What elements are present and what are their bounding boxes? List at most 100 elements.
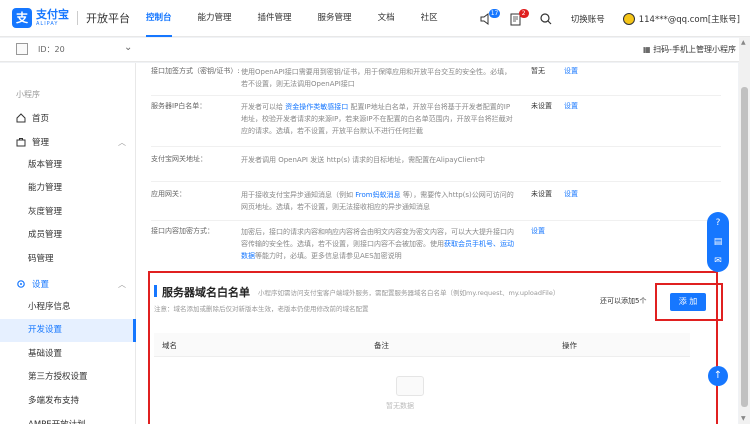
sidebar-item-ampe[interactable]: AMPE开放计划 — [0, 414, 136, 424]
app-thumbnail-icon — [16, 43, 28, 55]
sidebar-item-label: 管理 — [32, 138, 50, 148]
section-title: 服务器域名白名单 — [162, 286, 250, 299]
scan-manage-link[interactable]: ▦ 扫码-手机上管理小程序 — [643, 44, 736, 55]
nav-community[interactable]: 社区 — [421, 0, 438, 37]
config-set-link[interactable]: 设置 — [564, 101, 578, 111]
config-set-link[interactable]: 设置 — [564, 189, 578, 199]
arrow-up-icon: ↑ — [713, 370, 723, 381]
config-label: 服务器IP白名单： — [151, 102, 207, 110]
sidebar: 小程序 首页 管理 ︿ 版本管理 能力管理 灰度管理 成员管理 码管理 设置 ︿… — [0, 63, 136, 424]
back-to-top-button[interactable]: ↑ — [708, 366, 728, 386]
config-desc: 使用OpenAPI接口需要用到密钥/证书，用于保障应用和开放平台交互的安全性。必… — [241, 68, 512, 88]
config-desc: 开发者调用 OpenAPI 发送 http(s) 请求的目标地址，需配置在Ali… — [241, 156, 485, 164]
desc-text: 等能力时，必填。更多信息请参见AES加密说明 — [255, 252, 402, 260]
app-selector-bar: ID：20 ⌄ ▦ 扫码-手机上管理小程序 — [0, 38, 750, 62]
sidebar-item-version[interactable]: 版本管理 — [0, 154, 136, 177]
divider — [151, 146, 721, 147]
desc-text: 开发者可以给 — [241, 103, 283, 111]
search-icon[interactable] — [539, 12, 553, 26]
platform-title: 开放平台 — [86, 12, 130, 25]
nav-capability[interactable]: 能力管理 — [198, 0, 232, 37]
sensitive-api-link[interactable]: 资金操作类敏感接口 — [285, 103, 348, 111]
chevron-up-icon[interactable]: ︿ — [118, 279, 126, 290]
config-label: 接口加签方式（密钥/证书）: — [151, 67, 240, 75]
nav-docs[interactable]: 文档 — [378, 0, 395, 37]
column-domain: 域名 — [162, 341, 177, 350]
config-label: 接口内容加密方式： — [151, 227, 214, 235]
divider — [151, 220, 721, 221]
sidebar-item-dev-settings[interactable]: 开发设置 — [0, 319, 136, 342]
scrollbar-thumb[interactable] — [741, 87, 748, 407]
floating-toolbar: ? ▤ ✉ — [707, 212, 729, 272]
domain-whitelist-section: 服务器域名白名单 小程序如需访问支付宝客户端域外服务，需配置服务器域名白名单（例… — [148, 271, 723, 424]
config-row-ip-whitelist: 服务器IP白名单： 开发者可以给 资金操作类敏感接口 配置IP地址白名单，开放平… — [151, 101, 721, 147]
config-status: 暂无 — [531, 67, 545, 75]
section-note: 注意：域名添加或删除后仅对新版本生效，老版本仍使用修改前的域名配置 — [154, 305, 369, 313]
briefcase-icon — [16, 138, 26, 147]
divider — [151, 181, 721, 182]
sidebar-item-third-party[interactable]: 第三方授权设置 — [0, 366, 136, 389]
divider — [151, 95, 721, 96]
message-icon[interactable]: 2 — [509, 8, 529, 26]
empty-text: 暂无数据 — [386, 402, 414, 410]
config-set-link[interactable]: 设置 — [564, 66, 578, 76]
column-remark: 备注 — [374, 341, 389, 350]
config-set-link[interactable]: 设置 — [531, 226, 545, 236]
config-desc: 用于接收支付宝异步通知消息（例如 From蚂蚁消息 等），需要传入http(s)… — [241, 189, 517, 213]
top-navigation: 支 支付宝 ALIPAY 开放平台 控制台 能力管理 插件管理 服务管理 文档 … — [0, 0, 750, 37]
notice-badge: 17 — [488, 8, 501, 18]
add-domain-button[interactable]: 添 加 — [670, 293, 706, 311]
nav-console[interactable]: 控制台 — [146, 0, 172, 37]
help-icon[interactable]: ? — [712, 217, 724, 229]
column-action: 操作 — [562, 341, 577, 350]
gear-icon — [17, 280, 25, 288]
config-row-gateway: 支付宝网关地址： 开发者调用 OpenAPI 发送 http(s) 请求的目标地… — [151, 154, 721, 180]
logo-text-cn: 支付宝 — [36, 8, 69, 21]
mail-icon[interactable]: ✉ — [712, 255, 724, 267]
account-name[interactable]: 114***@qq.com[主账号] — [639, 13, 740, 25]
sidebar-item-home[interactable]: 首页 — [16, 112, 136, 124]
chevron-up-icon[interactable]: ︿ — [118, 137, 126, 148]
alipay-logo[interactable]: 支 支付宝 ALIPAY 开放平台 — [12, 8, 130, 28]
config-label: 应用网关： — [151, 190, 186, 198]
logo-divider — [77, 11, 78, 25]
table-header: 域名 备注 操作 — [154, 333, 690, 357]
speaker-icon[interactable]: 17 — [479, 8, 501, 26]
chevron-down-icon[interactable]: ⌄ — [124, 42, 132, 53]
logo-text-en: ALIPAY — [36, 21, 59, 27]
sidebar-item-gray[interactable]: 灰度管理 — [0, 201, 136, 224]
sidebar-category: 小程序 — [16, 90, 40, 99]
sidebar-item-multi-publish[interactable]: 多端发布支持 — [0, 390, 136, 413]
config-status: 未设置 — [531, 190, 552, 198]
desc-text: 用于接收支付宝异步通知消息（例如 — [241, 191, 353, 199]
scan-label: 扫码-手机上管理小程序 — [653, 45, 736, 54]
config-desc: 加密后，接口的请求内容和响应内容将会由明文内容变为密文内容，可以大大提升接口内容… — [241, 226, 517, 262]
section-hint: 小程序如需访问支付宝客户端域外服务，需配置服务器域名白名单（例如my.reque… — [258, 289, 560, 297]
config-row-app-gateway: 应用网关： 用于接收支付宝异步通知消息（例如 From蚂蚁消息 等），需要传入h… — [151, 189, 721, 219]
qr-code-icon: ▦ — [643, 45, 651, 54]
section-accent-bar — [154, 285, 157, 297]
avatar[interactable] — [622, 12, 635, 25]
remaining-count: 还可以添加5个 — [600, 297, 647, 305]
sidebar-item-capability[interactable]: 能力管理 — [0, 177, 136, 200]
scroll-down-icon[interactable]: ▼ — [741, 415, 746, 422]
scrollbar[interactable]: ▲ ▼ — [739, 37, 750, 424]
main-content: 接口加签方式（密钥/证书）: 使用OpenAPI接口需要用到密钥/证书，用于保障… — [136, 63, 738, 424]
sidebar-item-label: 设置 — [32, 280, 50, 290]
sidebar-item-members[interactable]: 成员管理 — [0, 224, 136, 247]
app-id: ID：20 — [38, 45, 65, 54]
chat-icon[interactable]: ▤ — [712, 236, 724, 248]
config-label: 支付宝网关地址： — [151, 155, 207, 163]
sidebar-item-code[interactable]: 码管理 — [0, 248, 136, 271]
nav-service[interactable]: 服务管理 — [318, 0, 352, 37]
nav-plugin[interactable]: 插件管理 — [258, 0, 292, 37]
ant-message-link[interactable]: From蚂蚁消息 — [355, 191, 400, 199]
home-icon — [16, 113, 26, 123]
sidebar-item-app-info[interactable]: 小程序信息 — [0, 296, 136, 319]
sidebar-item-label: 首页 — [32, 114, 50, 124]
switch-account-link[interactable]: 切换账号 — [571, 13, 605, 25]
config-desc: 开发者可以给 资金操作类敏感接口 配置IP地址白名单，开放平台将基于开发者配置的… — [241, 101, 517, 137]
scroll-up-icon[interactable]: ▲ — [741, 39, 746, 46]
config-status: 未设置 — [531, 102, 552, 110]
sidebar-item-basic-settings[interactable]: 基础设置 — [0, 343, 136, 366]
